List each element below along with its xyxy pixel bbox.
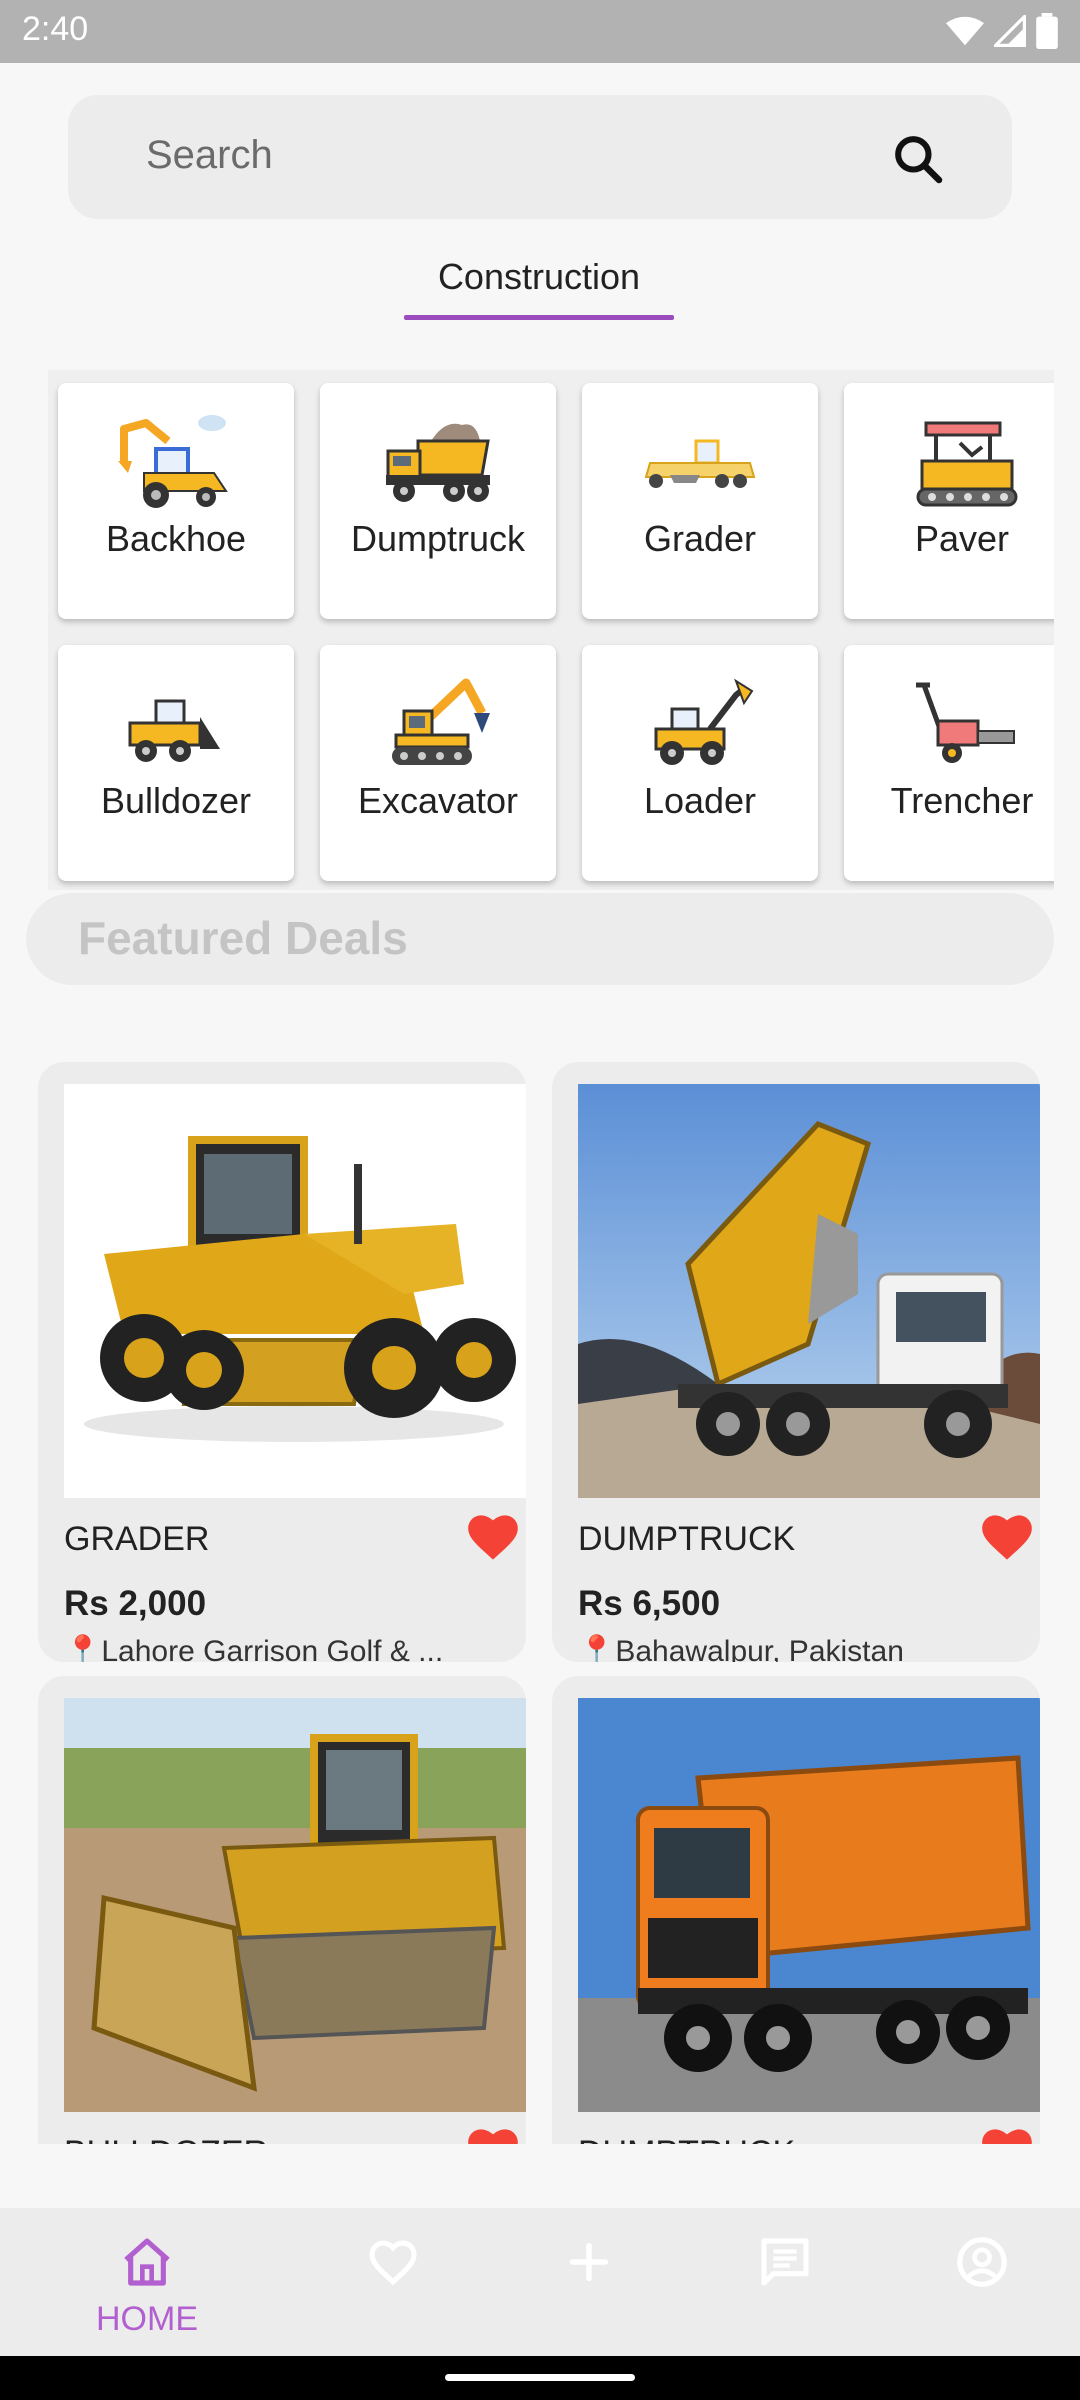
battery-icon [1036, 13, 1058, 49]
deal-price: Rs 6,500 [578, 1584, 721, 1623]
category-grid: Backhoe Dumptruck Grader Paver Bulldozer… [48, 370, 1054, 890]
location-pin-icon: 📍 [578, 1635, 616, 1662]
bulldozer-photo [64, 1698, 526, 2112]
deal-card[interactable]: DUMPTRUCK Rs 6,500 📍Bahawalpur, Pakistan [552, 1062, 1040, 1662]
deal-card[interactable]: BULLDOZER [38, 1676, 526, 2144]
deal-title: DUMPTRUCK [578, 2134, 795, 2144]
category-label: Bulldozer [100, 780, 252, 821]
category-grader[interactable]: Grader [582, 383, 818, 619]
dumptruck-photo [578, 1698, 1040, 2112]
heart-icon[interactable] [978, 2124, 1036, 2144]
deal-card[interactable]: DUMPTRUCK [552, 1676, 1040, 2144]
category-bulldozer[interactable]: Bulldozer [58, 645, 294, 881]
backhoe-icon [118, 415, 228, 508]
category-label: Dumptruck [350, 518, 526, 559]
deal-title: GRADER [64, 1520, 210, 1558]
nav-add[interactable] [481, 2208, 697, 2356]
wifi-icon [946, 16, 984, 46]
deal-price: Rs 2,000 [64, 1584, 207, 1623]
tab-indicator [404, 315, 674, 320]
deal-location: 📍Lahore Garrison Golf & ... [64, 1634, 443, 1662]
system-navigation-bar [0, 2356, 1080, 2400]
status-icons [946, 13, 1058, 49]
nav-profile[interactable] [874, 2208, 1080, 2356]
category-loader[interactable]: Loader [582, 645, 818, 881]
excavator-icon [392, 678, 490, 765]
status-time: 2:40 [22, 10, 89, 48]
plus-icon [569, 2242, 609, 2282]
bottom-navigation: HOME [0, 2208, 1080, 2356]
chat-icon [761, 2238, 809, 2286]
dumptruck-icon [386, 423, 490, 502]
tab-construction[interactable]: Construction [404, 256, 674, 322]
grader-icon [644, 439, 756, 488]
deal-card[interactable]: GRADER Rs 2,000 📍Lahore Garrison Golf & … [38, 1062, 526, 1662]
category-label: Trencher [890, 780, 1034, 821]
featured-deals-title: Featured Deals [78, 912, 408, 964]
dumptruck-photo [578, 1084, 1040, 1498]
category-backhoe[interactable]: Backhoe [58, 383, 294, 619]
category-label: Paver [914, 518, 1010, 559]
signal-icon [994, 15, 1026, 47]
loader-icon [654, 678, 754, 765]
category-label: Excavator [357, 780, 519, 821]
paver-icon [916, 421, 1018, 507]
trencher-icon [916, 682, 1015, 763]
gesture-handle[interactable] [445, 2374, 635, 2381]
home-icon [124, 2238, 170, 2286]
grader-photo [64, 1084, 526, 1498]
account-icon [957, 2237, 1007, 2287]
deal-title: DUMPTRUCK [578, 1520, 796, 1558]
nav-home-label: HOME [96, 2300, 198, 2338]
category-label: Backhoe [105, 518, 247, 559]
category-label: Grader [643, 518, 757, 559]
category-paver[interactable]: Paver [844, 383, 1054, 619]
category-label: Loader [643, 780, 757, 821]
deal-title: BULLDOZER [64, 2134, 268, 2144]
deal-location: 📍Bahawalpur, Pakistan [578, 1634, 904, 1662]
search-placeholder: Search [146, 133, 273, 177]
category-excavator[interactable]: Excavator [320, 645, 556, 881]
nav-home[interactable]: HOME [39, 2208, 255, 2356]
heart-icon[interactable] [978, 1510, 1036, 1562]
heart-icon[interactable] [464, 2124, 522, 2144]
location-pin-icon: 📍 [64, 1635, 102, 1662]
category-dumptruck[interactable]: Dumptruck [320, 383, 556, 619]
heart-icon [369, 2240, 417, 2286]
category-trencher[interactable]: Trencher [844, 645, 1054, 881]
featured-deals-header: Featured Deals [26, 893, 1054, 985]
nav-favorites[interactable] [285, 2208, 501, 2356]
search-input[interactable]: Search [68, 95, 1012, 219]
status-bar: 2:40 [0, 0, 1080, 63]
bulldozer-icon [128, 699, 220, 762]
heart-icon[interactable] [464, 1510, 522, 1562]
search-icon[interactable] [890, 131, 946, 187]
nav-messages[interactable] [677, 2208, 893, 2356]
deals-grid[interactable]: GRADER Rs 2,000 📍Lahore Garrison Golf & … [0, 1040, 1080, 2144]
